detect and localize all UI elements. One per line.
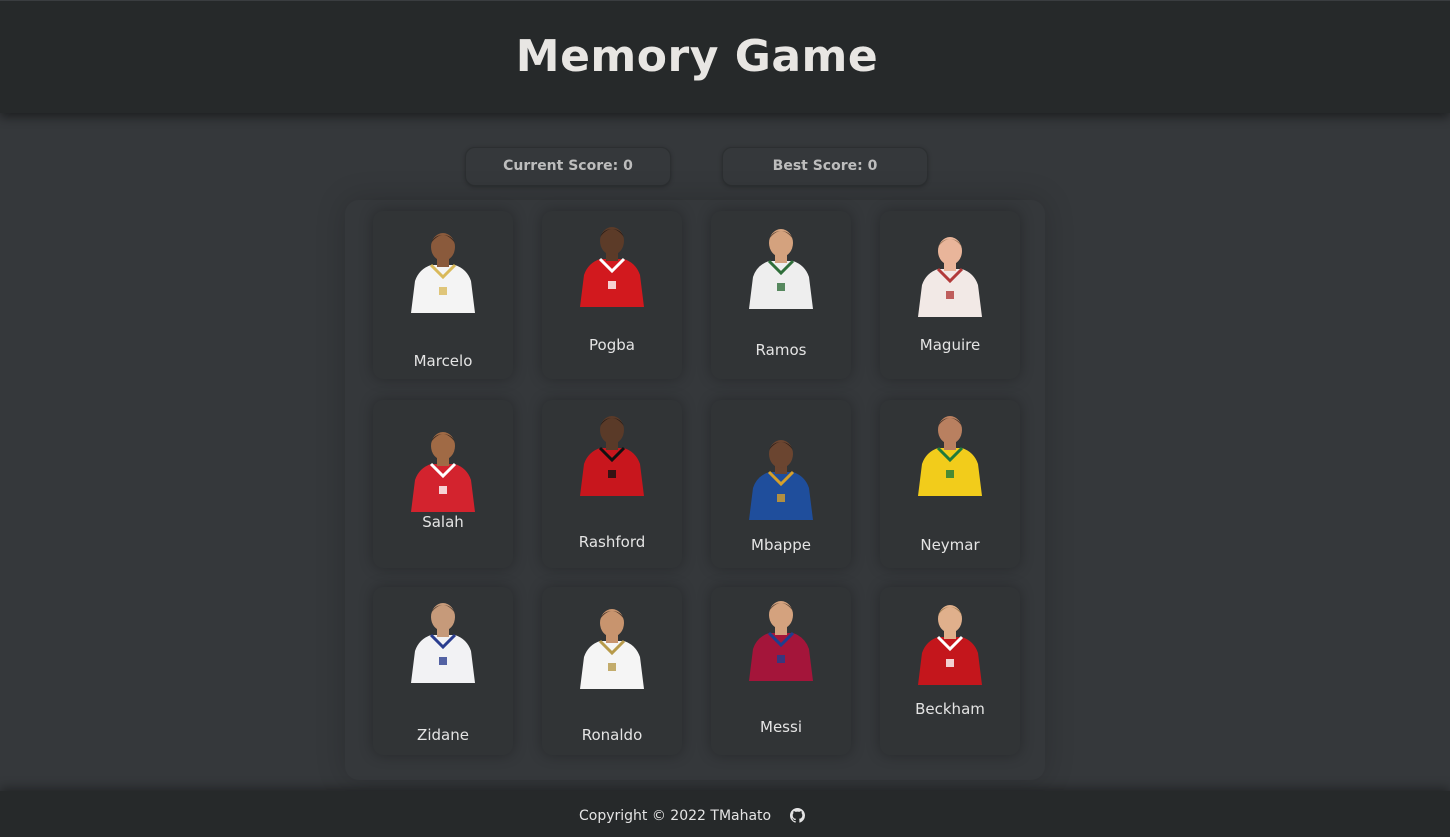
card-neymar[interactable]: Neymar [880,400,1020,568]
player-photo-ramos [739,221,823,309]
footer: Copyright © 2022 TMahato [0,791,1450,837]
player-photo-beckham [908,597,992,685]
card-rashford[interactable]: Rashford [542,400,682,568]
card-label: Neymar [920,536,980,554]
page-title: Memory Game [515,31,879,82]
card-label: Rashford [578,533,646,551]
player-photo-maguire [908,229,992,317]
player-photo-neymar [908,408,992,496]
card-zidane[interactable]: Zidane [373,587,513,755]
card-maguire[interactable]: Maguire [880,211,1020,379]
card-label: Beckham [915,700,985,718]
card-beckham[interactable]: Beckham [880,587,1020,755]
card-label: Mbappe [751,536,811,554]
card-label: Salah [422,513,464,531]
player-photo-marcelo [401,225,485,313]
current-score: Current Score: 0 [465,147,671,186]
card-messi[interactable]: Messi [711,587,851,755]
player-photo-zidane [401,595,485,683]
header: Memory Game [0,0,1450,113]
player-photo-salah [401,424,485,512]
card-label: Ramos [755,341,807,359]
card-label: Zidane [417,726,469,744]
card-marcelo[interactable]: Marcelo [373,211,513,379]
player-photo-messi [739,593,823,681]
github-icon[interactable] [790,808,805,823]
card-label: Marcelo [413,352,473,370]
card-label: Messi [760,718,802,736]
player-photo-mbappe [739,432,823,520]
player-photo-rashford [570,408,654,496]
copyright-text: Copyright © 2022 TMahato [579,808,772,824]
card-salah[interactable]: Salah [373,400,513,568]
best-score: Best Score: 0 [722,147,928,186]
card-mbappe[interactable]: Mbappe [711,400,851,568]
card-label: Pogba [589,336,635,354]
card-label: Ronaldo [581,726,643,744]
card-ronaldo[interactable]: Ronaldo [542,587,682,755]
card-label: Maguire [919,336,981,354]
card-ramos[interactable]: Ramos [711,211,851,379]
card-pogba[interactable]: Pogba [542,211,682,379]
player-photo-pogba [570,219,654,307]
player-photo-ronaldo [570,601,654,689]
